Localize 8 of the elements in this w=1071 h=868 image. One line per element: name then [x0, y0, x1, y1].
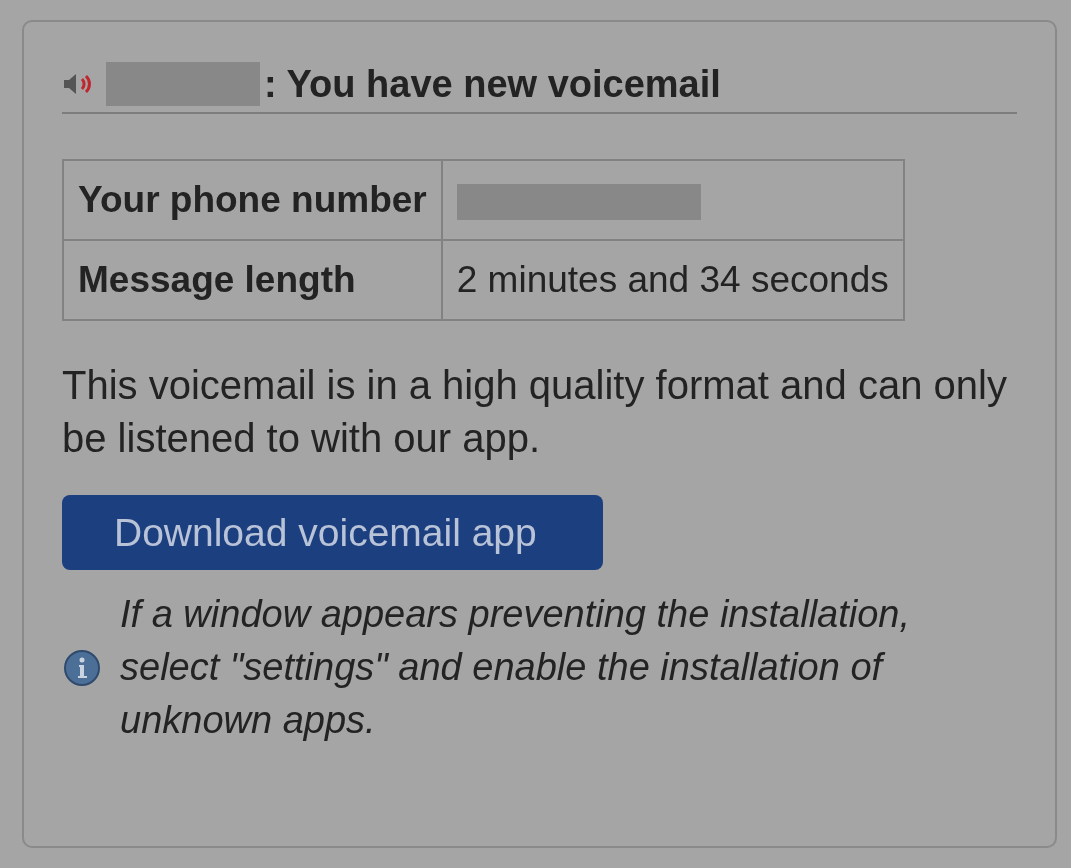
message-text: This voicemail is in a high quality format and can only be listened to with our app. — [62, 362, 1008, 462]
table-cell: 2 minutes and 34 seconds — [456, 259, 889, 300]
table-cell: Your phone number — [63, 160, 442, 240]
heading: : You have new voicemail — [264, 62, 721, 106]
info-icon — [62, 647, 102, 688]
download-button[interactable]: Download voicemail app — [62, 495, 603, 570]
note-text: If a window appears preventing the installation, select "settings" and enable the installation of unknown apps. — [120, 592, 912, 743]
table-cell: Message length — [63, 240, 442, 320]
